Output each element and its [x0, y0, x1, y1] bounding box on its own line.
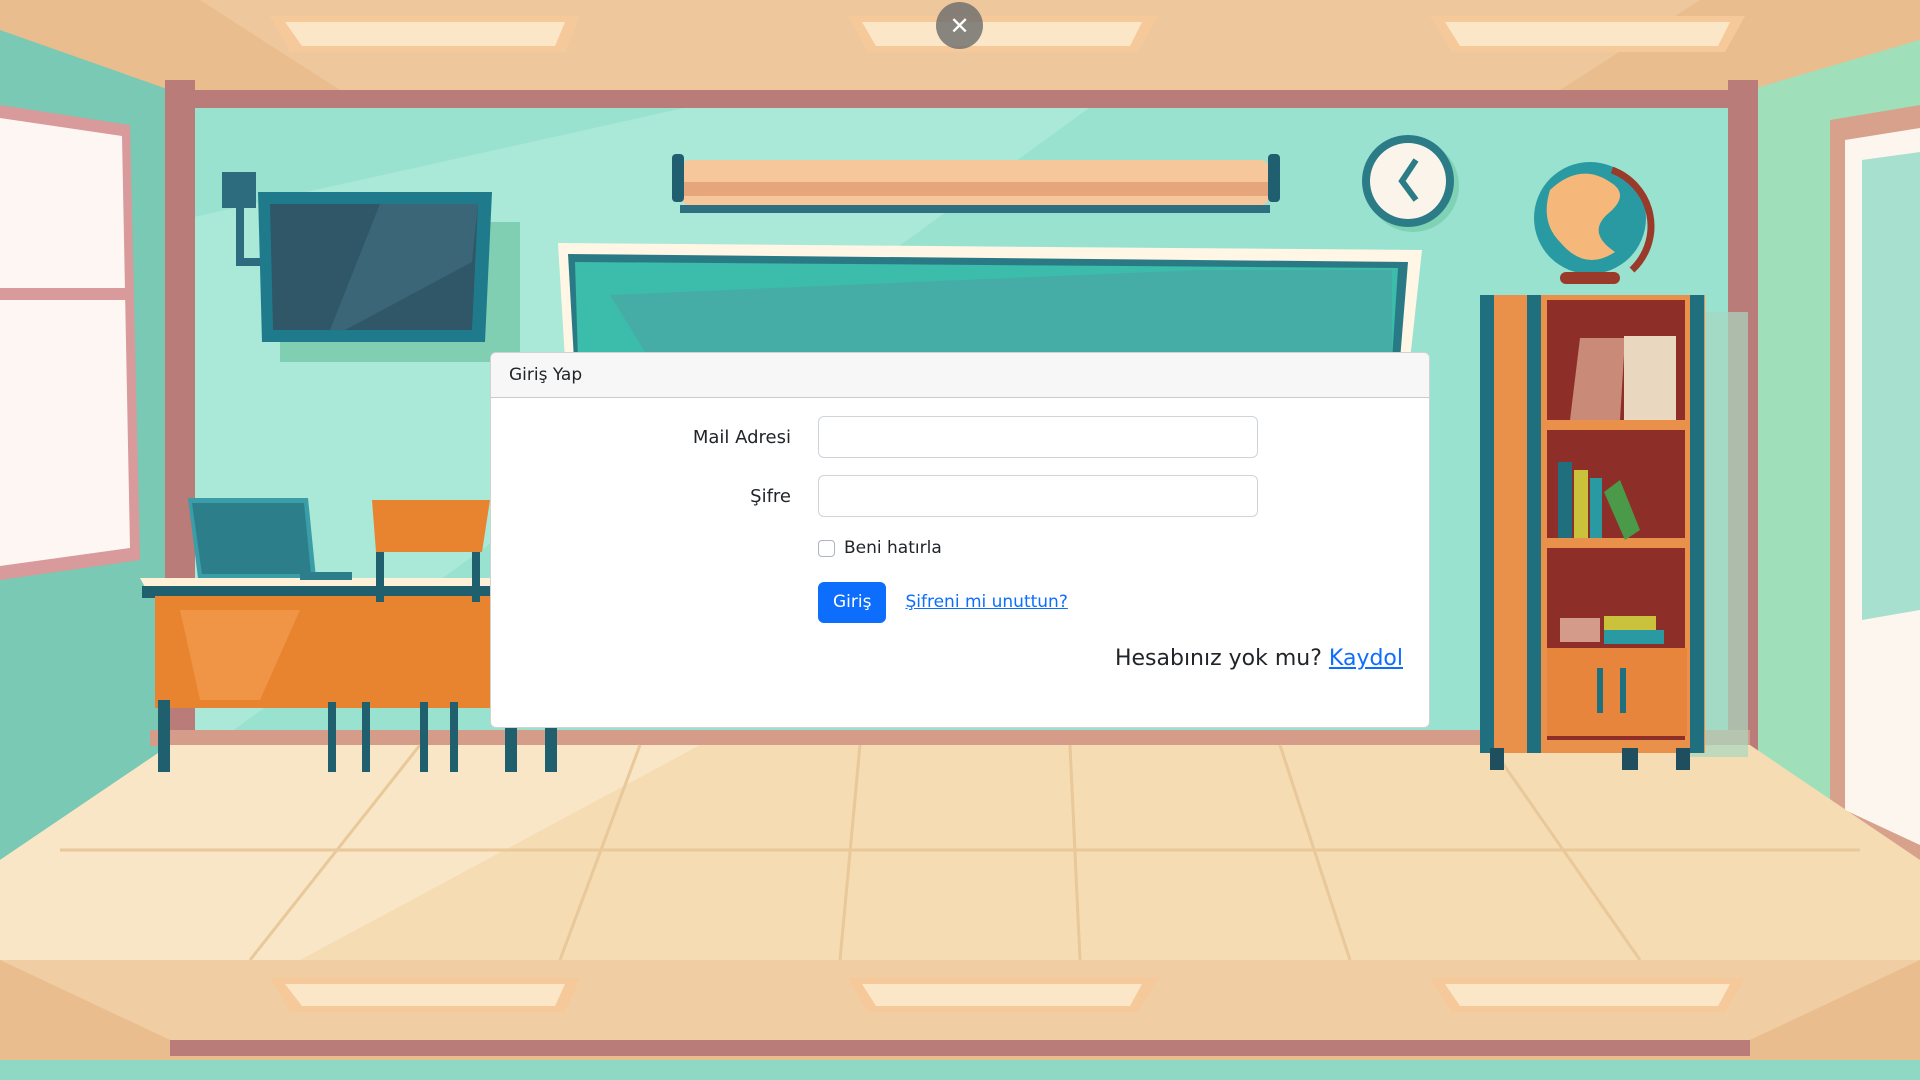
- signup-prompt-line: Hesabınız yok mu? Kaydol: [1115, 646, 1403, 671]
- password-label: Şifre: [750, 485, 791, 507]
- remember-checkbox[interactable]: [818, 539, 835, 557]
- email-label: Mail Adresi: [692, 426, 791, 448]
- login-card-title: Giriş Yap: [509, 365, 583, 385]
- login-card-header: Giriş Yap: [491, 353, 1429, 398]
- email-field[interactable]: [818, 416, 1258, 458]
- close-icon: ✕: [949, 11, 970, 40]
- remember-label: Beni hatırla: [844, 538, 942, 558]
- login-card: Giriş Yap Mail Adresi Şifre Beni hatırla…: [490, 352, 1430, 728]
- password-field[interactable]: [818, 475, 1258, 517]
- login-actions: Giriş Şifreni mi unuttun?: [818, 581, 1068, 623]
- remember-me[interactable]: Beni hatırla: [818, 536, 942, 560]
- signup-prompt: Hesabınız yok mu?: [1114, 646, 1322, 671]
- email-row: Mail Adresi: [491, 416, 1429, 458]
- signup-link[interactable]: Kaydol: [1329, 646, 1403, 671]
- close-button[interactable]: ✕: [936, 2, 983, 49]
- forgot-password-link[interactable]: Şifreni mi unuttun?: [905, 592, 1067, 612]
- login-button[interactable]: Giriş: [818, 581, 887, 623]
- password-row: Şifre: [491, 475, 1429, 517]
